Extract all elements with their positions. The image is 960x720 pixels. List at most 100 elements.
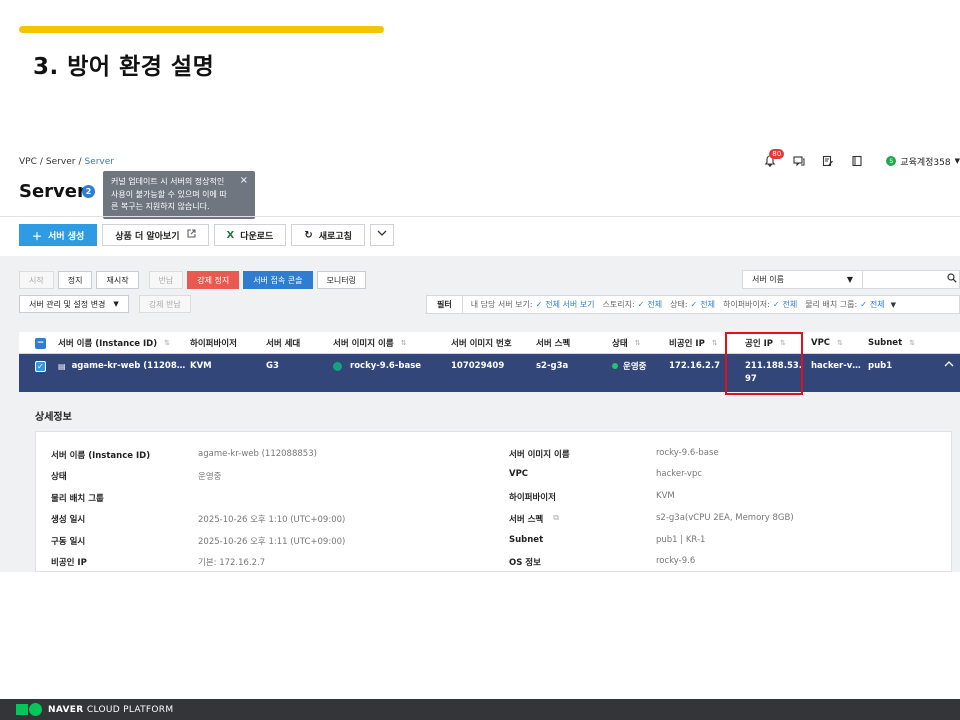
learn-more-button[interactable]: 상품 더 알아보기 [102,224,209,246]
start-button[interactable]: 시작 [19,271,54,289]
server-console-button[interactable]: 서버 접속 콘솔 [243,271,313,289]
col-subnet[interactable]: Subnet ⇅ [868,332,915,354]
excel-icon: X [226,229,235,241]
table-row[interactable]: ✓ ▤ agame-kr-web (11208… KVM G3 rocky-9.6… [19,354,960,392]
filter-label[interactable]: 필터 [427,296,463,313]
accent-bar [19,26,384,33]
stop-button[interactable]: 정지 [57,271,93,289]
search-field-select[interactable]: 서버 이름 ▼ [742,270,863,289]
col-image-name[interactable]: 서버 이미지 이름 ⇅ [333,332,407,354]
col-name[interactable]: 서버 이름 (Instance ID) ⇅ [58,332,170,354]
breadcrumb-server[interactable]: Server [46,157,76,167]
footer-bar: NAVER CLOUD PLATFORM [0,699,960,720]
public-ip-highlight-box [725,332,803,395]
col-vpc[interactable]: VPC ⇅ [811,332,843,354]
breadcrumb-vpc[interactable]: VPC [19,157,37,167]
plus-icon: ＋ [32,231,42,243]
footer-brand: NAVER CLOUD PLATFORM [48,705,173,715]
caret-down-icon: ▼ [846,275,853,284]
cell-spec: s2-g3a [536,361,569,371]
detail-row: 서버 이름 (Instance ID) agame-kr-web (1120888… [51,449,317,461]
search-field-value: 서버 이름 [752,275,784,284]
col-status[interactable]: 상태 ⇅ [612,332,641,354]
bell-icon[interactable]: 80 [762,149,785,169]
cell-image-no: 107029409 [451,361,505,371]
sort-icon: ⇅ [711,339,718,347]
header-icons: 80 S 교육계정358 ▼ [762,149,960,169]
detail-value: 기본: 172.16.2.7 [198,558,266,568]
book-icon[interactable] [849,153,865,169]
detail-row: Subnet pub1 | KR-1 [509,535,705,545]
kernel-warning-tooltip: 커널 업데이트 시 서버의 정상적인 사용이 불가능할 수 있으며 이에 따른 … [103,171,255,219]
cell-status: 운영중 [612,360,646,372]
detail-label: 하이퍼바이저 [509,493,556,503]
close-icon[interactable]: × [240,175,248,188]
caret-down-icon[interactable]: ▼ [891,301,896,309]
account-menu[interactable]: S 교육계정358 ▼ [886,155,960,168]
col-hypervisor-label: 하이퍼바이저 [190,339,237,349]
sort-icon: ⇅ [164,339,170,347]
col-spec-label: 서버 스펙 [536,339,571,349]
os-icon [333,361,342,371]
col-private-ip-label: 비공인 IP [669,339,705,349]
sort-icon: ⇅ [837,339,843,347]
col-hypervisor[interactable]: 하이퍼바이저 [190,332,237,354]
restart-button[interactable]: 재시작 [96,271,139,289]
detail-row: 서버 이미지 이름 rocky-9.6-base [509,448,719,460]
force-return-button[interactable]: 강제 반납 [138,295,191,313]
filter-status[interactable]: 상태: ✓ 전체 [670,299,715,310]
chevron-up-icon[interactable] [944,360,954,370]
filter-key: 하이퍼바이저: [722,300,770,309]
row-checkbox[interactable]: ✓ [35,360,46,372]
refresh-button[interactable]: ↻ 새로고침 [291,224,365,246]
cell-image-name: rocky-9.6-base [333,360,421,372]
search-input[interactable] [863,270,960,289]
filter-hypervisor[interactable]: 하이퍼바이저: ✓ 전체 [723,299,797,310]
edit-note-icon[interactable] [820,153,836,169]
filter-value: 전체 [782,300,798,309]
filter-key: 물리 배치 그룹: [805,300,858,309]
breadcrumb-sep: / [39,157,43,167]
force-stop-button[interactable]: 강제 정지 [187,271,240,289]
col-image-no[interactable]: 서버 이미지 번호 [451,332,512,354]
col-private-ip[interactable]: 비공인 IP ⇅ [669,332,718,354]
detail-label: 상태 [51,472,67,482]
sort-icon: ⇅ [400,339,407,347]
console-screenshot: VPC / Server / Server 80 S 교육계정358 ▼ Server … [0,148,960,572]
manage-settings-dropdown[interactable]: 서버 관리 및 설정 변경 ▼ [19,295,129,313]
check-icon: ✓ [860,300,867,309]
filter-storage[interactable]: 스토리지: ✓ 전체 [603,299,663,310]
detail-value: 2025-10-26 오후 1:11 (UTC+09:00) [198,537,346,547]
detail-label: 물리 배치 그룹 [51,494,104,504]
search-icon[interactable] [947,273,957,286]
monitoring-button[interactable]: 모니터링 [316,271,366,289]
detail-row: 구동 일시 2025-10-26 오후 1:11 (UTC+09:00) [51,535,345,547]
server-table: − 서버 이름 (Instance ID) ⇅ 하이퍼바이저 서버 세대 서버 이… [19,332,960,392]
filter-my-servers[interactable]: 내 담당 서버 보기: ✓ 전체 서버 보기 [471,299,595,310]
download-button[interactable]: X 다운로드 [213,224,287,246]
breadcrumb-sep: / [78,157,82,167]
main-toolbar: ＋ 서버 생성 상품 더 알아보기 X 다운로드 ↻ 새로고침 [19,224,399,246]
detail-value: hacker-vpc [656,469,703,479]
return-button[interactable]: 반납 [148,271,184,289]
help-count-badge[interactable]: 2 [82,185,95,198]
cell-vpc: hacker-v… [811,361,861,371]
more-dropdown-button[interactable] [369,224,394,246]
check-icon: ✓ [690,300,698,309]
col-spec[interactable]: 서버 스펙 [536,332,570,354]
chat-icon[interactable] [791,153,807,169]
check-icon: ✓ [637,300,645,309]
running-status-icon [612,363,618,369]
cell-name[interactable]: ▤ agame-kr-web (11208… [58,360,185,372]
select-all-checkbox[interactable]: − [35,332,46,354]
cell-subnet: pub1 [868,361,893,371]
filter-placement-group[interactable]: 물리 배치 그룹: ✓ 전체 [805,299,884,310]
col-generation[interactable]: 서버 세대 [266,332,300,354]
detail-row: 하이퍼바이저 KVM [509,491,675,503]
naver-cloud-logo-icon [16,703,42,716]
create-server-button[interactable]: ＋ 서버 생성 [19,224,98,246]
copy-icon[interactable]: ⧉ [553,513,559,525]
detail-value: rocky-9.6 [656,556,696,566]
cell-name-text: agame-kr-web (11208… [71,361,186,371]
account-name: 교육계정358 [900,157,951,168]
